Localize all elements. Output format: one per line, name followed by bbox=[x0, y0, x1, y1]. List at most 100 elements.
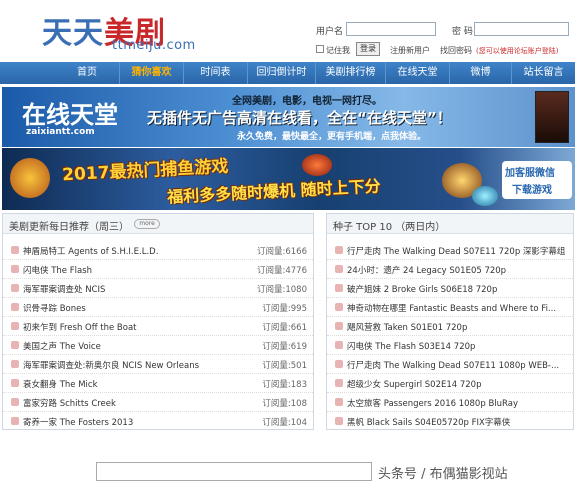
list-item[interactable]: 闪电侠 The Flash 订阅量:4776 bbox=[3, 260, 313, 279]
list-item[interactable]: 美国之声 The Voice 订阅量:619 bbox=[3, 336, 313, 355]
show-title: 衰女翻身 The Mick bbox=[23, 380, 98, 390]
username-input[interactable] bbox=[346, 22, 436, 36]
download-game-box[interactable]: 加客服微信 下载游戏 bbox=[502, 161, 572, 199]
bullet-icon bbox=[11, 360, 19, 368]
list-item[interactable]: 识骨寻踪 Bones 订阅量:995 bbox=[3, 298, 313, 317]
bullet-icon bbox=[335, 284, 343, 292]
list-item[interactable]: 闪电侠 The Flash S03E14 720p bbox=[327, 336, 573, 355]
show-title: 寄养一家 The Fosters 2013 bbox=[23, 418, 134, 428]
panel-header: 种子 TOP 10 （两日内） bbox=[327, 214, 573, 234]
bullet-icon bbox=[335, 303, 343, 311]
list-item[interactable]: 太空旅客 Passengers 2016 1080p BluRay bbox=[327, 393, 573, 412]
game-title: 2017最热门捕鱼游戏 bbox=[61, 156, 229, 186]
remember-checkbox[interactable] bbox=[316, 45, 324, 53]
panel-header: 美剧更新每日推荐（周三） more bbox=[3, 214, 313, 234]
nav-guess-you-like[interactable]: 猜你喜欢 bbox=[120, 62, 184, 84]
bullet-icon bbox=[11, 417, 19, 425]
bullet-icon bbox=[335, 379, 343, 387]
list-item[interactable]: 海军罪案调查处 NCIS 订阅量:1080 bbox=[3, 279, 313, 298]
torrent-title: 24小时：遗产 24 Legacy S01E05 720p bbox=[347, 266, 507, 276]
list-item[interactable]: 黑帆 Black Sails S04E05720p FIX字幕侠 bbox=[327, 412, 573, 431]
bullet-icon bbox=[11, 322, 19, 330]
bullet-icon bbox=[11, 246, 19, 254]
nav-weibo[interactable]: 微博 bbox=[450, 62, 512, 84]
subscription-count: 订阅量:183 bbox=[262, 380, 307, 390]
list-item[interactable]: 初来乍到 Fresh Off the Boat 订阅量:661 bbox=[3, 317, 313, 336]
bullet-icon bbox=[11, 379, 19, 387]
list-item[interactable]: 寄养一家 The Fosters 2013 订阅量:104 bbox=[3, 412, 313, 431]
list-item[interactable]: 破产姐妹 2 Broke Girls S06E18 720p bbox=[327, 279, 573, 298]
torrent-title: 黑帆 Black Sails S04E05720p FIX字幕侠 bbox=[347, 418, 511, 428]
bullet-icon bbox=[335, 265, 343, 273]
main-nav: 首页 猜你喜欢 时间表 回归倒计时 美剧排行榜 在线天堂 微博 站长留言 bbox=[0, 62, 575, 84]
list-item[interactable]: 飓风营救 Taken S01E01 720p bbox=[327, 317, 573, 336]
wechat-service-text: 加客服微信 bbox=[505, 168, 555, 179]
show-title: 闪电侠 The Flash bbox=[23, 266, 92, 276]
nav-guestbook[interactable]: 站长留言 bbox=[512, 62, 575, 84]
list-item[interactable]: 海军罪案调查处:新奥尔良 NCIS New Orleans 订阅量:501 bbox=[3, 355, 313, 374]
bullet-icon bbox=[11, 303, 19, 311]
forum-login-hint[interactable]: (您可以使用论坛账户登陆) bbox=[476, 46, 558, 56]
show-title: 识骨寻踪 Bones bbox=[23, 304, 86, 314]
show-title: 初来乍到 Fresh Off the Boat bbox=[23, 323, 137, 333]
bullet-icon bbox=[335, 322, 343, 330]
show-title: 神盾局特工 Agents of S.H.I.E.L.D. bbox=[23, 247, 159, 257]
fish-decoration bbox=[472, 186, 498, 206]
ad-banner-fishing-game[interactable]: 2017最热门捕鱼游戏 福利多多随时爆机 随时上下分 加客服微信 下载游戏 bbox=[2, 148, 575, 210]
torrent-top10-panel: 种子 TOP 10 （两日内） 行尸走肉 The Walking Dead S0… bbox=[326, 213, 574, 430]
torrent-title: 行尸走肉 The Walking Dead S07E11 720p 深影字幕组 bbox=[347, 247, 566, 257]
subscription-count: 订阅量:1080 bbox=[257, 285, 307, 295]
banner-line-3: 永久免费，最快最全，更有手机端，点我体验。 bbox=[237, 132, 427, 142]
torrent-title: 飓风营救 Taken S01E01 720p bbox=[347, 323, 468, 333]
bullet-icon bbox=[11, 284, 19, 292]
banner-logo: 在线天堂 bbox=[22, 100, 118, 129]
bullet-icon bbox=[335, 360, 343, 368]
nav-schedule[interactable]: 时间表 bbox=[184, 62, 248, 84]
list-item[interactable]: 行尸走肉 The Walking Dead S07E11 1080p WEB-.… bbox=[327, 355, 573, 374]
list-item[interactable]: 行尸走肉 The Walking Dead S07E11 720p 深影字幕组 bbox=[327, 241, 573, 260]
torrent-title: 破产姐妹 2 Broke Girls S06E18 720p bbox=[347, 285, 498, 295]
movie-poster-image bbox=[535, 91, 569, 143]
list-item[interactable]: 神盾局特工 Agents of S.H.I.E.L.D. 订阅量:6166 bbox=[3, 241, 313, 260]
header: 天天美剧 ttmeiju.com 用户名 密 码 记住我 登录 注册新用户 找回… bbox=[0, 0, 575, 62]
show-title: 海军罪案调查处:新奥尔良 NCIS New Orleans bbox=[23, 361, 200, 371]
show-title: 富家穷路 Schitts Creek bbox=[23, 399, 116, 409]
bullet-icon bbox=[11, 341, 19, 349]
list-item[interactable]: 神奇动物在哪里 Fantastic Beasts and Where to Fi… bbox=[327, 298, 573, 317]
list-item[interactable]: 超级少女 Supergirl S02E14 720p bbox=[327, 374, 573, 393]
username-label: 用户名 bbox=[316, 27, 344, 37]
nav-home[interactable]: 首页 bbox=[55, 62, 120, 84]
nav-countdown[interactable]: 回归倒计时 bbox=[248, 62, 316, 84]
logo-domain: ttmeiju.com bbox=[112, 38, 196, 53]
download-game-text: 下载游戏 bbox=[512, 185, 552, 196]
torrent-title: 太空旅客 Passengers 2016 1080p BluRay bbox=[347, 399, 518, 409]
bullet-icon bbox=[11, 265, 19, 273]
password-input[interactable] bbox=[474, 22, 569, 36]
register-link[interactable]: 注册新用户 bbox=[390, 45, 430, 56]
login-button[interactable]: 登录 bbox=[356, 42, 380, 56]
fish-decoration bbox=[10, 158, 50, 198]
ad-banner-zaixiantt[interactable]: 在线天堂 zaixiantt.com 全网美剧，电影，电视一网打尽。 无插件无广… bbox=[2, 87, 575, 147]
forgot-password-link[interactable]: 找回密码 bbox=[440, 45, 472, 56]
subscription-count: 订阅量:501 bbox=[262, 361, 307, 371]
bullet-icon bbox=[335, 417, 343, 425]
daily-recommend-panel: 美剧更新每日推荐（周三） more 神盾局特工 Agents of S.H.I.… bbox=[2, 213, 314, 430]
list-item[interactable]: 24小时：遗产 24 Legacy S01E05 720p bbox=[327, 260, 573, 279]
torrent-title: 神奇动物在哪里 Fantastic Beasts and Where to Fi… bbox=[347, 304, 557, 314]
nav-online[interactable]: 在线天堂 bbox=[386, 62, 450, 84]
subscription-count: 订阅量:6166 bbox=[257, 247, 307, 257]
list-item[interactable]: 衰女翻身 The Mick 订阅量:183 bbox=[3, 374, 313, 393]
bullet-icon bbox=[11, 398, 19, 406]
footer-search-input[interactable] bbox=[96, 462, 372, 481]
subscription-count: 订阅量:104 bbox=[262, 418, 307, 428]
list-item[interactable]: 富家穷路 Schitts Creek 订阅量:108 bbox=[3, 393, 313, 412]
bullet-icon bbox=[335, 398, 343, 406]
show-title: 海军罪案调查处 NCIS bbox=[23, 285, 106, 295]
more-button[interactable]: more bbox=[134, 219, 160, 229]
nav-ranking[interactable]: 美剧排行榜 bbox=[316, 62, 386, 84]
password-label: 密 码 bbox=[452, 27, 473, 37]
show-title: 美国之声 The Voice bbox=[23, 342, 101, 352]
subscription-count: 订阅量:661 bbox=[262, 323, 307, 333]
bullet-icon bbox=[335, 341, 343, 349]
remember-label: 记住我 bbox=[326, 46, 350, 55]
